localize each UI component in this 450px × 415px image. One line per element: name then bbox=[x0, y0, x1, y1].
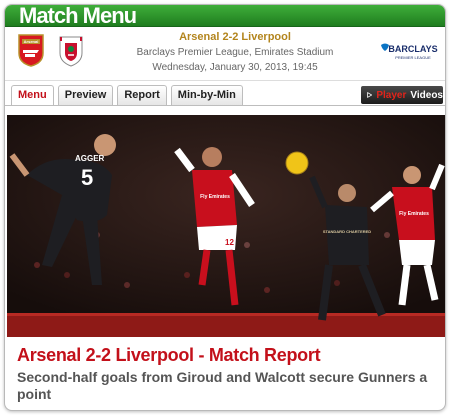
svg-text:5: 5 bbox=[81, 165, 93, 190]
svg-text:STANDARD CHARTERED: STANDARD CHARTERED bbox=[323, 229, 371, 234]
match-datetime: Wednesday, January 30, 2013, 19:45 bbox=[152, 62, 318, 73]
svg-text:PREMIER LEAGUE: PREMIER LEAGUE bbox=[395, 55, 431, 60]
competition-venue: Barclays Premier League, Emirates Stadiu… bbox=[136, 47, 334, 58]
play-icon bbox=[367, 91, 373, 99]
barclays-premier-league-logo: BARCLAYS PREMIER LEAGUE bbox=[381, 43, 438, 60]
header-bar: Match Menu bbox=[5, 4, 445, 28]
match-info-bar: Arsenal Arsenal 2-2 Liverpool Barclays P… bbox=[5, 27, 445, 81]
tab-bar: Menu Preview Report Min-by-Min bbox=[11, 85, 243, 105]
svg-text:Fly Emirates: Fly Emirates bbox=[399, 211, 429, 217]
svg-text:AGGER: AGGER bbox=[75, 154, 105, 163]
article-title[interactable]: Arsenal 2-2 Liverpool - Match Report bbox=[17, 345, 437, 366]
article-subtitle: Second-half goals from Giroud and Walcot… bbox=[17, 369, 428, 402]
ball-icon bbox=[285, 151, 309, 175]
match-photo[interactable]: AGGER 5 Fly Emirates 12 STANDARD CHARTER… bbox=[7, 115, 445, 337]
svg-text:12: 12 bbox=[225, 238, 234, 247]
arsenal-crest-icon[interactable]: Arsenal bbox=[17, 33, 45, 67]
fixture-details: Arsenal 2-2 Liverpool Barclays Premier L… bbox=[105, 31, 365, 75]
tab-divider bbox=[5, 105, 445, 106]
player-videos-label-white: Videos bbox=[410, 89, 443, 101]
liverpool-crest-icon[interactable] bbox=[57, 33, 85, 67]
score-line: Arsenal 2-2 Liverpool bbox=[179, 31, 291, 43]
player-videos-button[interactable]: Player Videos bbox=[361, 86, 443, 104]
tab-preview[interactable]: Preview bbox=[57, 85, 114, 105]
svg-text:Arsenal: Arsenal bbox=[24, 39, 39, 44]
tab-menu[interactable]: Menu bbox=[11, 85, 54, 105]
match-menu-widget: Match Menu Arsenal Arsenal 2-2 Liverpool… bbox=[4, 4, 446, 411]
player-videos-label-red: Player bbox=[376, 89, 407, 101]
header-title: Match Menu bbox=[19, 4, 137, 28]
svg-text:Fly Emirates: Fly Emirates bbox=[200, 194, 230, 200]
tab-min-by-min[interactable]: Min-by-Min bbox=[170, 85, 243, 105]
svg-text:BARCLAYS: BARCLAYS bbox=[388, 44, 437, 54]
match-photo-illustration: AGGER 5 Fly Emirates 12 STANDARD CHARTER… bbox=[7, 115, 445, 337]
tab-report[interactable]: Report bbox=[117, 85, 167, 105]
